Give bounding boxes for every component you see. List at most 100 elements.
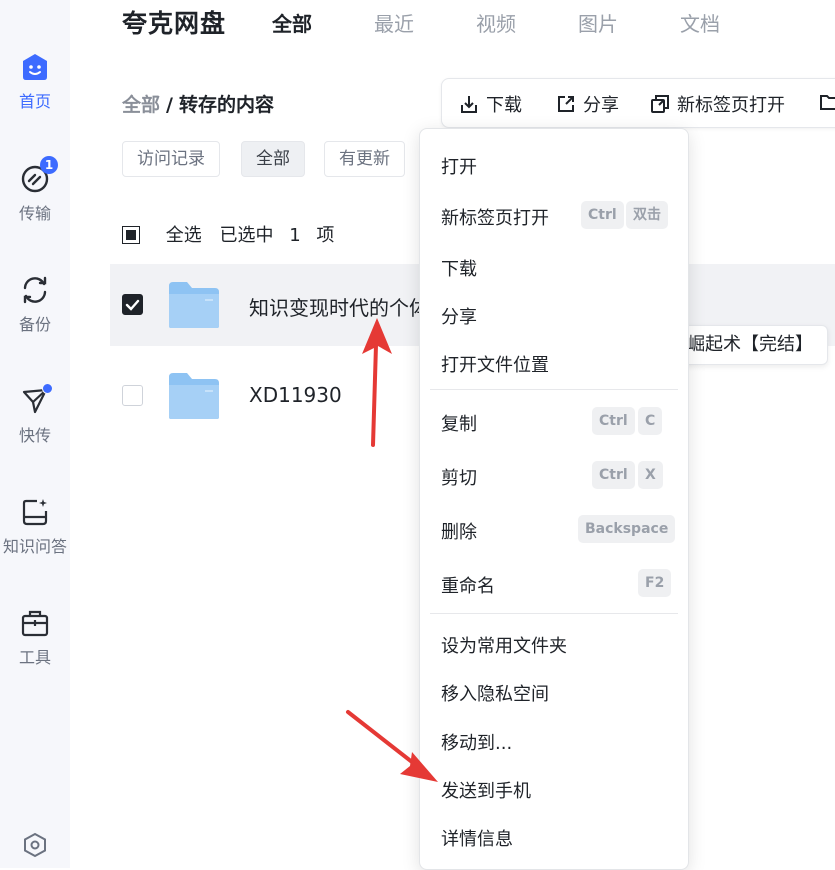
menu-item-label: 下载 — [441, 259, 477, 280]
shortcut-key: Ctrl — [581, 201, 624, 229]
file-name-tooltip: 崛起术【完结】 — [666, 325, 828, 365]
row-checkbox[interactable] — [122, 294, 143, 315]
selected-count: 1 — [289, 225, 301, 246]
menu-item-copy[interactable]: 复制 Ctrl C — [420, 401, 688, 441]
sidebar-item-transfer[interactable]: 1 传输 — [0, 156, 70, 224]
selected-prefix: 已选中 — [219, 225, 274, 246]
tab-image[interactable]: 图片 — [578, 8, 618, 37]
toolbox-icon — [20, 608, 50, 638]
folder-icon — [167, 280, 221, 334]
sidebar-item-tools[interactable]: 工具 — [0, 608, 70, 668]
check-icon — [125, 299, 140, 311]
share-label: 分享 — [583, 95, 619, 116]
folder-outline-icon — [820, 95, 835, 110]
tab-document[interactable]: 文档 — [680, 8, 720, 37]
move-folder-button[interactable] — [818, 91, 835, 114]
row-checkbox[interactable] — [122, 385, 143, 406]
menu-item-label: 剪切 — [441, 468, 477, 489]
menu-item-share[interactable]: 分享 — [420, 294, 688, 334]
shortcut-key: X — [638, 461, 663, 489]
menu-item-open-new-tab[interactable]: 新标签页打开 Ctrl 双击 — [420, 195, 688, 235]
shortcut-key: 双击 — [626, 201, 668, 229]
share-button[interactable]: 分享 — [555, 91, 619, 117]
shortcut-key: C — [638, 407, 663, 435]
action-toolbar: 下载 分享 新标签页打开 — [441, 78, 835, 128]
open-new-tab-label: 新标签页打开 — [677, 95, 785, 116]
shortcut-key: Backspace — [578, 515, 676, 543]
menu-item-label: 复制 — [441, 414, 477, 435]
menu-item-delete[interactable]: 删除 Backspace — [420, 509, 688, 549]
menu-item-label: 设为常用文件夹 — [441, 636, 567, 657]
menu-item-label: 打开文件位置 — [441, 355, 549, 376]
menu-item-cut[interactable]: 剪切 Ctrl X — [420, 455, 688, 495]
filter-history[interactable]: 访问记录 — [122, 141, 220, 177]
sidebar-item-label: 快传 — [18, 426, 51, 445]
select-all-row: 全选 已选中 1 项 — [122, 221, 334, 247]
new-tab-icon — [651, 95, 669, 113]
menu-item-download[interactable]: 下载 — [420, 246, 688, 286]
menu-item-label: 分享 — [441, 307, 477, 328]
folder-icon — [167, 371, 221, 425]
share-icon — [558, 96, 574, 112]
menu-item-send-to-phone[interactable]: 发送到手机 — [420, 768, 688, 808]
filter-updated[interactable]: 有更新 — [324, 141, 405, 177]
paper-plane-icon — [20, 383, 53, 416]
sidebar: 首页 1 传输 备份 快传 知识问答 工具 — [0, 0, 70, 868]
menu-item-label: 新标签页打开 — [441, 208, 549, 229]
select-all-label[interactable]: 全选 — [166, 225, 202, 246]
knowledge-qa-icon — [20, 497, 50, 527]
open-new-tab-button[interactable]: 新标签页打开 — [649, 91, 785, 117]
menu-item-move-private[interactable]: 移入隐私空间 — [420, 671, 688, 711]
sidebar-item-backup[interactable]: 备份 — [0, 275, 70, 335]
notification-dot — [42, 383, 53, 394]
tab-all[interactable]: 全部 — [272, 8, 312, 37]
home-face-icon — [20, 52, 50, 82]
sidebar-item-label: 传输 — [18, 204, 51, 223]
context-menu: 打开 新标签页打开 Ctrl 双击 下载 分享 打开文件位置 复制 Ctrl C… — [419, 128, 689, 870]
menu-item-rename[interactable]: 重命名 F2 — [420, 563, 688, 603]
shortcut-key: Ctrl — [592, 461, 635, 489]
menu-item-label: 重命名 — [441, 576, 495, 597]
sidebar-item-home[interactable]: 首页 — [0, 52, 70, 112]
menu-item-details[interactable]: 详情信息 — [420, 816, 688, 856]
transfer-icon: 1 — [20, 156, 58, 194]
menu-separator — [430, 389, 678, 390]
breadcrumb: 全部 / 转存的内容 — [122, 90, 274, 117]
sidebar-item-knowledge-qa[interactable]: 知识问答 — [0, 497, 70, 557]
shortcut-key: F2 — [638, 569, 672, 597]
menu-item-label: 详情信息 — [441, 829, 513, 850]
tab-video[interactable]: 视频 — [476, 8, 516, 37]
shortcut-key: Ctrl — [592, 407, 635, 435]
tab-recent[interactable]: 最近 — [374, 8, 414, 37]
menu-item-label: 删除 — [441, 522, 477, 543]
sidebar-item-label: 工具 — [18, 648, 51, 667]
select-all-checkbox[interactable] — [122, 226, 140, 244]
backup-sync-icon — [20, 275, 50, 305]
sidebar-item-label: 知识问答 — [2, 537, 67, 556]
menu-separator — [430, 613, 678, 614]
download-button[interactable]: 下载 — [458, 91, 522, 117]
breadcrumb-current: 转存的内容 — [178, 94, 274, 116]
download-label: 下载 — [486, 95, 522, 116]
menu-item-label: 发送到手机 — [441, 781, 531, 802]
app-title: 夸克网盘 — [122, 9, 227, 38]
menu-item-label: 移入隐私空间 — [441, 684, 549, 705]
menu-item-label: 移动到... — [441, 733, 513, 754]
settings-hexagon-icon[interactable] — [22, 832, 48, 858]
filter-all[interactable]: 全部 — [241, 141, 305, 177]
sidebar-item-label: 备份 — [18, 315, 51, 334]
breadcrumb-separator: / — [166, 94, 173, 116]
menu-item-set-favorite[interactable]: 设为常用文件夹 — [420, 623, 688, 663]
menu-item-move-to[interactable]: 移动到... — [420, 720, 688, 760]
file-name: 知识变现时代的个体 — [249, 296, 429, 320]
selected-suffix: 项 — [316, 225, 335, 246]
sidebar-item-label: 首页 — [18, 92, 51, 111]
transfer-badge: 1 — [40, 156, 58, 174]
breadcrumb-root[interactable]: 全部 — [122, 94, 160, 116]
menu-item-open-location[interactable]: 打开文件位置 — [420, 342, 688, 382]
menu-item-label: 打开 — [441, 157, 477, 178]
sidebar-item-quick-send[interactable]: 快传 — [0, 383, 70, 446]
menu-item-open[interactable]: 打开 — [420, 144, 688, 184]
file-name: XD11930 — [249, 383, 342, 407]
download-icon — [461, 96, 477, 113]
